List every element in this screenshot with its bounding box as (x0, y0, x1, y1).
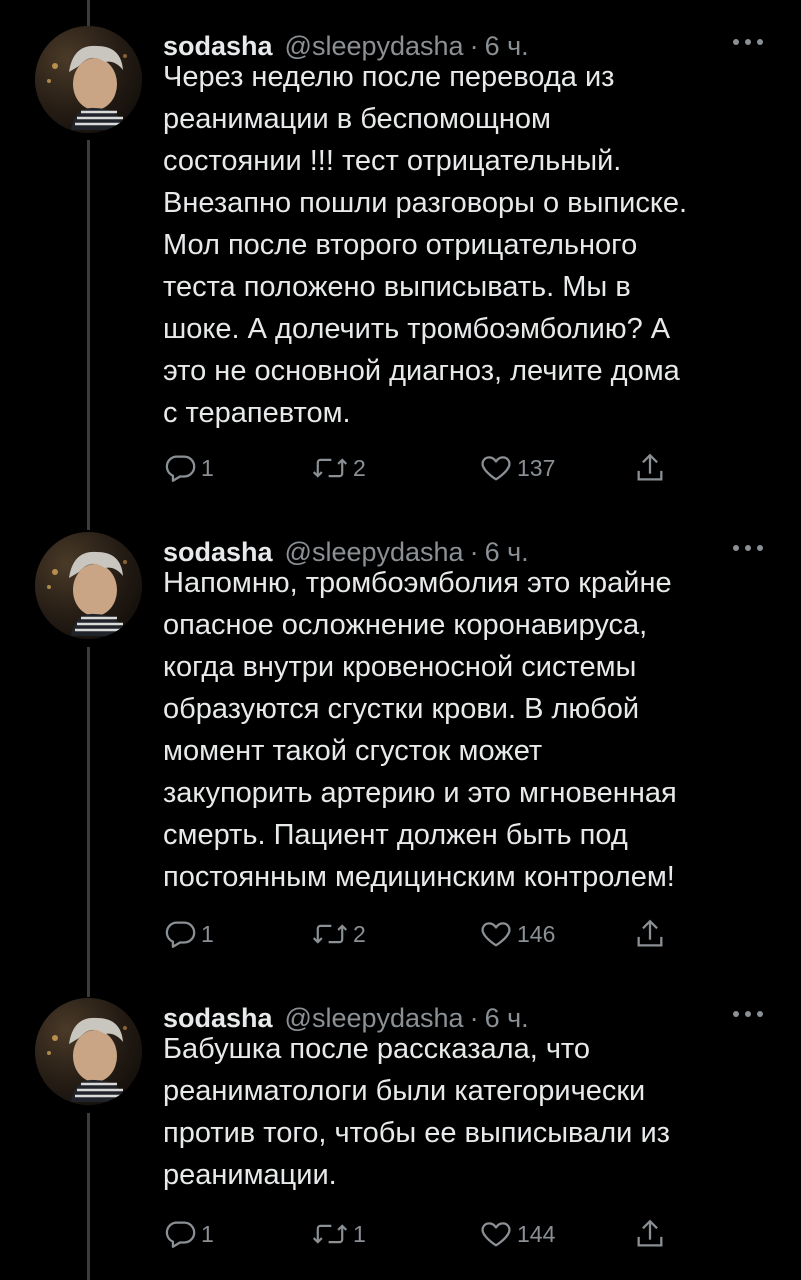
like-count: 146 (517, 920, 556, 947)
tweet-text-line: Внезапно пошли разговоры о выписке. (163, 187, 688, 219)
tweet-text-line: Бабушка после рассказала, что (163, 1033, 591, 1065)
more-options-button[interactable] (728, 30, 768, 54)
tweet-text-line: теста положено выписывать. Мы в (163, 271, 631, 303)
avatar[interactable] (35, 532, 142, 639)
share-button[interactable] (633, 448, 671, 488)
tweet-text-line: шоке. А долечить тромбоэмболию? А (163, 313, 671, 345)
reply-button[interactable]: 1 (163, 914, 214, 954)
share-upload-icon (637, 1219, 663, 1247)
tweet-text-line: опасное осложнение коронавируса, (163, 609, 648, 641)
more-options-button[interactable] (728, 1002, 768, 1026)
reply-bubble-icon (165, 921, 196, 948)
tweet-thread: sodasha @sleepydasha · 6 ч. Через неделю… (0, 0, 801, 1280)
retweet-count: 2 (353, 920, 366, 947)
tweet[interactable]: sodasha @sleepydasha · 6 ч. Бабушка посл… (0, 998, 801, 1268)
retweet-count: 2 (353, 454, 366, 481)
share-upload-icon (637, 453, 663, 481)
tweet-text-line: с терапевтом. (163, 397, 351, 429)
like-button[interactable]: 137 (479, 448, 555, 488)
tweet-text-line: Напомню, тромбоэмболия это крайне (163, 567, 672, 599)
tweet-text: Через неделю после перевода из реанимаци… (163, 56, 773, 434)
retweet-arrows-icon (312, 924, 348, 944)
retweet-count: 1 (353, 1220, 366, 1247)
tweet-text: Бабушка после рассказала, что реаниматол… (163, 1028, 773, 1196)
tweet-text-line: реанимации. (163, 1159, 337, 1191)
more-horizontal-icon (733, 545, 763, 551)
heart-outline-icon (481, 922, 511, 947)
avatar[interactable] (35, 26, 142, 133)
reply-count: 1 (201, 1220, 214, 1247)
tweet-text-line: реаниматологи были категорически (163, 1075, 646, 1107)
tweet-text-line: образуются сгустки крови. В любой (163, 693, 640, 725)
heart-outline-icon (481, 1222, 511, 1247)
share-button[interactable] (633, 1214, 671, 1254)
retweet-arrows-icon (312, 1224, 348, 1244)
tweet-text-line: смерть. Пациент должен быть под (163, 819, 628, 851)
reply-bubble-icon (165, 1221, 196, 1248)
tweet-actions: 1 2 146 (163, 914, 683, 954)
reply-button[interactable]: 1 (163, 1214, 214, 1254)
like-button[interactable]: 144 (479, 1214, 555, 1254)
tweet-text-line: это не основной диагноз, лечите дома (163, 355, 680, 387)
retweet-button[interactable]: 2 (311, 448, 366, 488)
tweet-actions: 1 1 144 (163, 1214, 683, 1254)
heart-outline-icon (481, 456, 511, 481)
like-button[interactable]: 146 (479, 914, 555, 954)
tweet-actions: 1 2 137 (163, 448, 683, 488)
tweet-text: Напомню, тромбоэмболия это крайне опасно… (163, 562, 773, 898)
tweet-text-line: Через неделю после перевода из (163, 61, 615, 93)
more-horizontal-icon (733, 1011, 763, 1017)
like-count: 137 (517, 454, 556, 481)
tweet-text-line: постоянным медицинским контролем! (163, 861, 675, 893)
thread-connector-line (87, 0, 90, 28)
tweet-text-line: когда внутри кровеносной системы (163, 651, 637, 683)
more-horizontal-icon (733, 39, 763, 45)
share-button[interactable] (633, 914, 671, 954)
tweet-text-line: состоянии !!! тест отрицательный. (163, 145, 622, 177)
retweet-button[interactable]: 2 (311, 914, 366, 954)
like-count: 144 (517, 1220, 556, 1247)
retweet-button[interactable]: 1 (311, 1214, 366, 1254)
avatar[interactable] (35, 998, 142, 1105)
tweet[interactable]: sodasha @sleepydasha · 6 ч. Напомню, тро… (0, 532, 801, 972)
retweet-arrows-icon (312, 458, 348, 478)
tweet-text-line: момент такой сгусток может (163, 735, 543, 767)
tweet-text-line: закупорить артерию и это мгновенная (163, 777, 677, 809)
reply-count: 1 (201, 454, 214, 481)
reply-button[interactable]: 1 (163, 448, 214, 488)
tweet-text-line: реанимации в беспомощном (163, 103, 551, 135)
reply-count: 1 (201, 920, 214, 947)
reply-bubble-icon (165, 455, 196, 482)
tweet[interactable]: sodasha @sleepydasha · 6 ч. Через неделю… (0, 26, 801, 506)
share-upload-icon (637, 919, 663, 947)
tweet-text-line: против того, чтобы ее выписывали из (163, 1117, 670, 1149)
more-options-button[interactable] (728, 536, 768, 560)
tweet-text-line: Мол после второго отрицательного (163, 229, 638, 261)
